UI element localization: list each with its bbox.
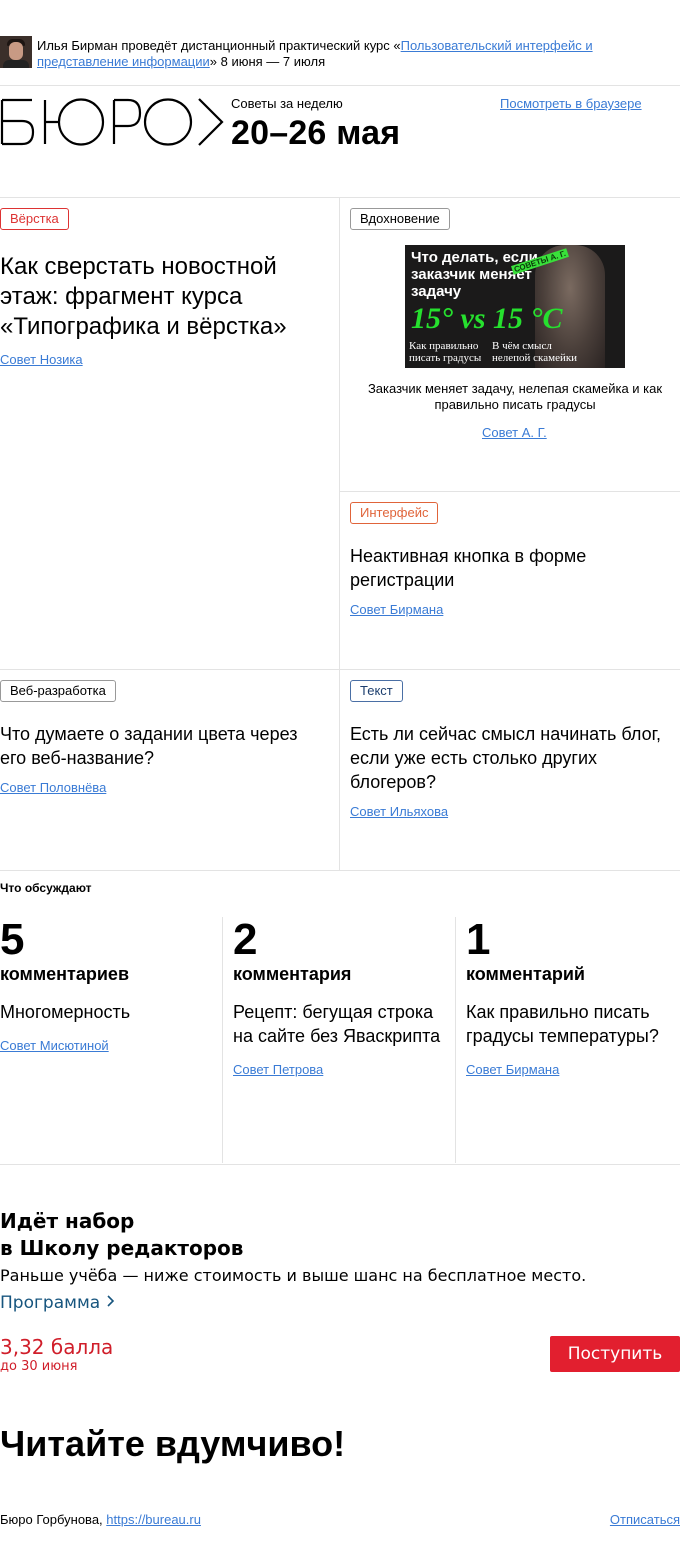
divider — [0, 1164, 680, 1165]
comment-count: 2 — [233, 915, 258, 964]
tag-interface[interactable]: Интерфейс — [350, 502, 439, 524]
card-title[interactable]: Неактивная кнопка в форме регистрации — [350, 544, 650, 592]
card-author-link[interactable]: Совет Бирмана — [350, 602, 443, 617]
view-in-browser-link[interactable]: Посмотреть в браузере — [500, 96, 642, 111]
comment-word: комментария — [233, 964, 352, 984]
card-author-link[interactable]: Совет А. Г. — [482, 425, 547, 440]
discussed-item: 5 комментариев — [0, 917, 129, 985]
footer-site-link[interactable]: https://bureau.ru — [106, 1512, 201, 1527]
video-thumbnail[interactable]: Что делать, если заказчик меняет задачу … — [405, 245, 625, 368]
comment-word: комментарий — [466, 964, 585, 984]
card-author-link[interactable]: Совет Ильяхова — [350, 804, 448, 819]
discussed-title[interactable]: Многомерность — [0, 1000, 210, 1024]
deadline: до 30 июня — [0, 1359, 78, 1374]
discussed-title[interactable]: Рецепт: бегущая строка на сайте без Явас… — [233, 1000, 448, 1048]
enroll-button[interactable]: Поступить — [550, 1336, 680, 1372]
week-label: Советы за неделю — [231, 96, 343, 111]
footer-company-name: Бюро Горбунова, — [0, 1512, 103, 1527]
promo-text-after: » 8 июня — 7 июля — [209, 54, 326, 69]
school-title: Идёт набор в Школу редакторов — [0, 1208, 243, 1262]
thumbnail-left-caption: Как правильно писать градусы — [409, 340, 482, 364]
divider — [0, 85, 680, 86]
comment-count: 5 — [0, 915, 25, 964]
discussed-author-link[interactable]: Совет Бирмана — [466, 1062, 559, 1077]
school-title-line1: Идёт набор — [0, 1209, 135, 1233]
school-title-line2: в Школу редакторов — [0, 1236, 244, 1260]
promo-text-before: Илья Бирман проведёт дистанционный практ… — [37, 38, 401, 53]
price: 3,32 балла — [0, 1335, 114, 1359]
read-heading: Читайте вдумчиво! — [0, 1423, 346, 1464]
chevron-right-icon — [106, 1293, 115, 1313]
discussed-author-link[interactable]: Совет Мисютиной — [0, 1038, 109, 1053]
column-divider — [222, 917, 223, 1163]
footer-company: Бюро Горбунова, https://bureau.ru — [0, 1512, 201, 1527]
column-divider — [339, 197, 340, 870]
divider — [0, 870, 680, 871]
card-author-link[interactable]: Совет Нозика — [0, 352, 83, 367]
thumbnail-headline: Что делать, если заказчик меняет задачу — [411, 249, 538, 300]
comment-count: 1 — [466, 915, 491, 964]
discussed-item: 1 комментарий — [466, 917, 585, 985]
promo-banner: Илья Бирман проведёт дистанционный практ… — [0, 36, 680, 70]
card-title[interactable]: Как сверстать новостной этаж: фрагмент к… — [0, 252, 320, 342]
column-divider — [455, 917, 456, 1163]
discussed-heading: Что обсуждают — [0, 881, 92, 895]
thumbnail-temps: 15° vs 15 °C — [411, 302, 563, 335]
discussed-title[interactable]: Как правильно писать градусы температуры… — [466, 1000, 676, 1048]
promo-text: Илья Бирман проведёт дистанционный практ… — [37, 38, 617, 70]
discussed-author-link[interactable]: Совет Петрова — [233, 1062, 323, 1077]
tag-text[interactable]: Текст — [350, 680, 403, 702]
thumbnail-right-caption: В чём смысл нелепой скамейки — [492, 340, 578, 364]
bureau-logo[interactable] — [0, 97, 226, 147]
tag-web-dev[interactable]: Веб-разработка — [0, 680, 116, 702]
program-label: Программа — [0, 1293, 101, 1313]
divider — [0, 197, 680, 198]
tag-layout[interactable]: Вёрстка — [0, 208, 69, 230]
comment-word: комментариев — [0, 964, 130, 984]
divider — [340, 491, 680, 492]
program-link[interactable]: Программа — [0, 1293, 115, 1313]
avatar — [0, 36, 32, 68]
divider — [0, 669, 680, 670]
school-subtitle: Раньше учёба — ниже стоимость и выше шан… — [0, 1266, 587, 1285]
unsubscribe-link[interactable]: Отписаться — [610, 1512, 680, 1527]
discussed-item: 2 комментария — [233, 917, 351, 985]
week-title: 20–26 мая — [231, 114, 401, 152]
card-title[interactable]: Что думаете о задании цвета через его ве… — [0, 722, 310, 770]
card-author-link[interactable]: Совет Половнёва — [0, 780, 106, 795]
tag-inspiration[interactable]: Вдохновение — [350, 208, 450, 230]
card-title[interactable]: Заказчик меняет задачу, нелепая скамейка… — [350, 381, 680, 413]
card-title[interactable]: Есть ли сейчас смысл начинать блог, если… — [350, 722, 670, 794]
